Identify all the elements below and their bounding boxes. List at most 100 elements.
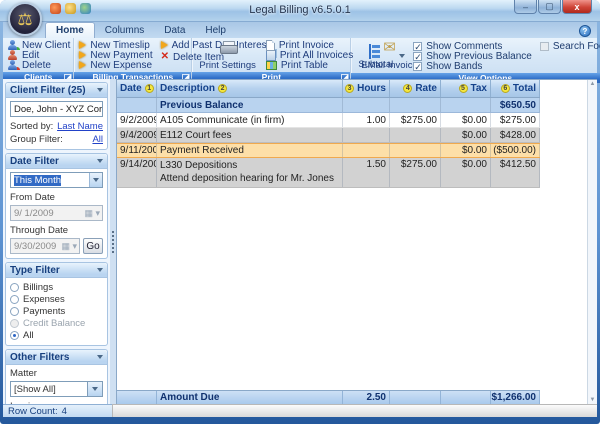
table-row[interactable]: 9/2/2009 A105 Communicate (in firm) 1.00… (117, 113, 540, 128)
radio-credit-balance: Credit Balance (10, 317, 103, 329)
matter-select[interactable]: [Show All] (10, 381, 103, 397)
sorted-by-link[interactable]: Last Name (57, 121, 103, 132)
calendar-icon[interactable]: ▦ ▾ (61, 241, 77, 252)
ribbon-group-billing-transactions: New Timeslip New Payment New Expense Add (74, 38, 192, 78)
matter-label: Matter (10, 368, 103, 379)
radio-payments[interactable]: Payments (10, 305, 103, 317)
group-filter-link[interactable]: All (92, 134, 103, 145)
new-expense-button[interactable]: New Expense (79, 60, 152, 70)
date-preset-select[interactable]: This Month (10, 172, 103, 188)
maximize-button[interactable]: ▢ (538, 0, 561, 14)
new-payment-button[interactable]: New Payment (79, 50, 152, 60)
through-date-label: Through Date (10, 225, 103, 236)
sorted-by-label: Sorted by: (10, 121, 53, 132)
column-header-hours[interactable]: 3Hours (343, 80, 390, 97)
tab-help[interactable]: Help (195, 23, 236, 38)
column-header-tax[interactable]: 5Tax (441, 80, 491, 97)
other-filters-panel: Other Filters Matter [Show All] Invoice … (5, 349, 108, 404)
printer-icon (220, 41, 236, 54)
ribbon-group-clients: New Client Edit Delete Clients ◢ (3, 38, 74, 78)
ribbon-group-view-options: Subtotal ✓ Show Comments ✓ Show Previous… (351, 38, 600, 78)
chevron-down-icon (97, 355, 103, 359)
radio-billings[interactable]: Billings (10, 281, 103, 293)
vertical-scrollbar[interactable]: ▲ ▼ (587, 80, 597, 404)
main-area: Client Filter (25) Doe, John - XYZ Corpo… (3, 79, 597, 404)
filter-sidebar: Client Filter (25) Doe, John - XYZ Corpo… (3, 79, 110, 404)
status-bar: Row Count: 4 (3, 404, 597, 417)
table-row[interactable]: 9/14/2009 L330 DepositionsAttend deposit… (117, 158, 540, 188)
print-all-invoices-button[interactable]: Print All Invoices (266, 50, 353, 60)
minimize-button[interactable]: – (514, 0, 537, 14)
close-button[interactable]: x (562, 0, 592, 14)
print-table-icon (266, 61, 277, 70)
radio-selected-icon (10, 331, 19, 340)
table-row-selected[interactable]: 9/11/2009 Payment Received $0.00 ($500.0… (117, 143, 540, 158)
column-header-date[interactable]: Date1 (117, 80, 157, 97)
subtotal-dropdown-icon[interactable] (399, 54, 405, 58)
edit-client-icon (8, 50, 18, 60)
new-client-button[interactable]: New Client (8, 40, 70, 50)
client-filter-header[interactable]: Client Filter (25) (6, 83, 107, 98)
subtotal-button[interactable]: Subtotal (354, 42, 397, 71)
date-filter-header[interactable]: Date Filter (6, 154, 107, 169)
delete-client-button[interactable]: Delete (8, 60, 70, 70)
horizontal-scrollbar[interactable] (112, 404, 597, 417)
tab-columns[interactable]: Columns (95, 23, 154, 38)
show-previous-balance-checkbox[interactable]: ✓ Show Previous Balance (413, 51, 532, 61)
type-filter-panel: Type Filter Billings Expenses Payments (5, 262, 108, 346)
chevron-down-icon (97, 88, 103, 92)
amount-due-row: Amount Due 2.50 $1,266.00 (117, 390, 540, 404)
print-all-invoices-icon (266, 50, 276, 61)
scroll-up-icon[interactable]: ▲ (590, 81, 596, 87)
search-footer-checkbox[interactable]: Search Footer (540, 41, 600, 51)
checkbox-unchecked-icon (540, 42, 549, 51)
column-header-rate[interactable]: 4Rate (390, 80, 441, 97)
title-bar: Legal Billing v6.5.0.1 – ▢ x (0, 0, 600, 22)
type-filter-header[interactable]: Type Filter (6, 263, 107, 278)
delete-item-icon: ✕ (161, 52, 169, 62)
from-date-field[interactable]: 9/ 1/2009 ▦ ▾ (10, 205, 103, 221)
edit-client-button[interactable]: Edit (8, 50, 70, 60)
radio-all[interactable]: All (10, 329, 103, 341)
new-timeslip-button[interactable]: New Timeslip (79, 40, 152, 50)
calendar-icon[interactable]: ▦ ▾ (84, 208, 100, 219)
column-badge: 6 (501, 84, 510, 93)
column-header-description[interactable]: Description2 (157, 80, 343, 97)
show-comments-checkbox[interactable]: ✓ Show Comments (413, 41, 532, 51)
go-button[interactable]: Go (83, 238, 103, 254)
app-menu-button[interactable]: ⚖ (8, 2, 42, 36)
subtotal-icon (369, 44, 382, 59)
tab-data[interactable]: Data (154, 23, 195, 38)
radio-expenses[interactable]: Expenses (10, 293, 103, 305)
matter-select-arrow-icon[interactable] (88, 381, 103, 397)
date-preset-arrow-icon[interactable] (89, 173, 102, 187)
table-row[interactable]: 9/4/2009 E112 Court fees $0.00 $428.00 (117, 128, 540, 143)
client-filter-panel: Client Filter (25) Doe, John - XYZ Corpo… (5, 82, 108, 150)
from-date-label: From Date (10, 192, 103, 203)
checkbox-checked-icon: ✓ (413, 52, 422, 61)
tab-home[interactable]: Home (45, 22, 95, 38)
column-header-total[interactable]: 6Total (491, 80, 540, 97)
chevron-down-icon (97, 159, 103, 163)
client-select[interactable]: Doe, John - XYZ Corporation (10, 101, 103, 117)
row-count-panel: Row Count: 4 (3, 404, 112, 417)
show-bands-checkbox[interactable]: ✓ Show Bands (413, 61, 532, 71)
previous-balance-row[interactable]: Previous Balance $650.50 (117, 98, 540, 113)
print-invoice-icon (266, 40, 275, 51)
column-badge: 3 (345, 84, 354, 93)
new-timeslip-icon (79, 41, 86, 49)
column-badge: 1 (145, 84, 154, 93)
other-filters-header[interactable]: Other Filters (6, 350, 107, 365)
scales-of-justice-icon: ⚖ (17, 11, 32, 28)
window-controls: – ▢ x (513, 0, 592, 14)
help-icon[interactable]: ? (579, 25, 591, 37)
new-payment-icon (79, 51, 86, 59)
date-filter-panel: Date Filter This Month From Date 9/ 1/20… (5, 153, 108, 259)
print-settings-button[interactable]: Print Settings (195, 39, 260, 72)
delete-client-icon (8, 60, 18, 70)
print-table-button[interactable]: Print Table (266, 60, 353, 70)
column-badge: 5 (459, 84, 468, 93)
scroll-down-icon[interactable]: ▼ (590, 397, 596, 403)
print-invoice-button[interactable]: Print Invoice (266, 40, 353, 50)
through-date-field[interactable]: 9/30/2009 ▦ ▾ (10, 238, 80, 254)
